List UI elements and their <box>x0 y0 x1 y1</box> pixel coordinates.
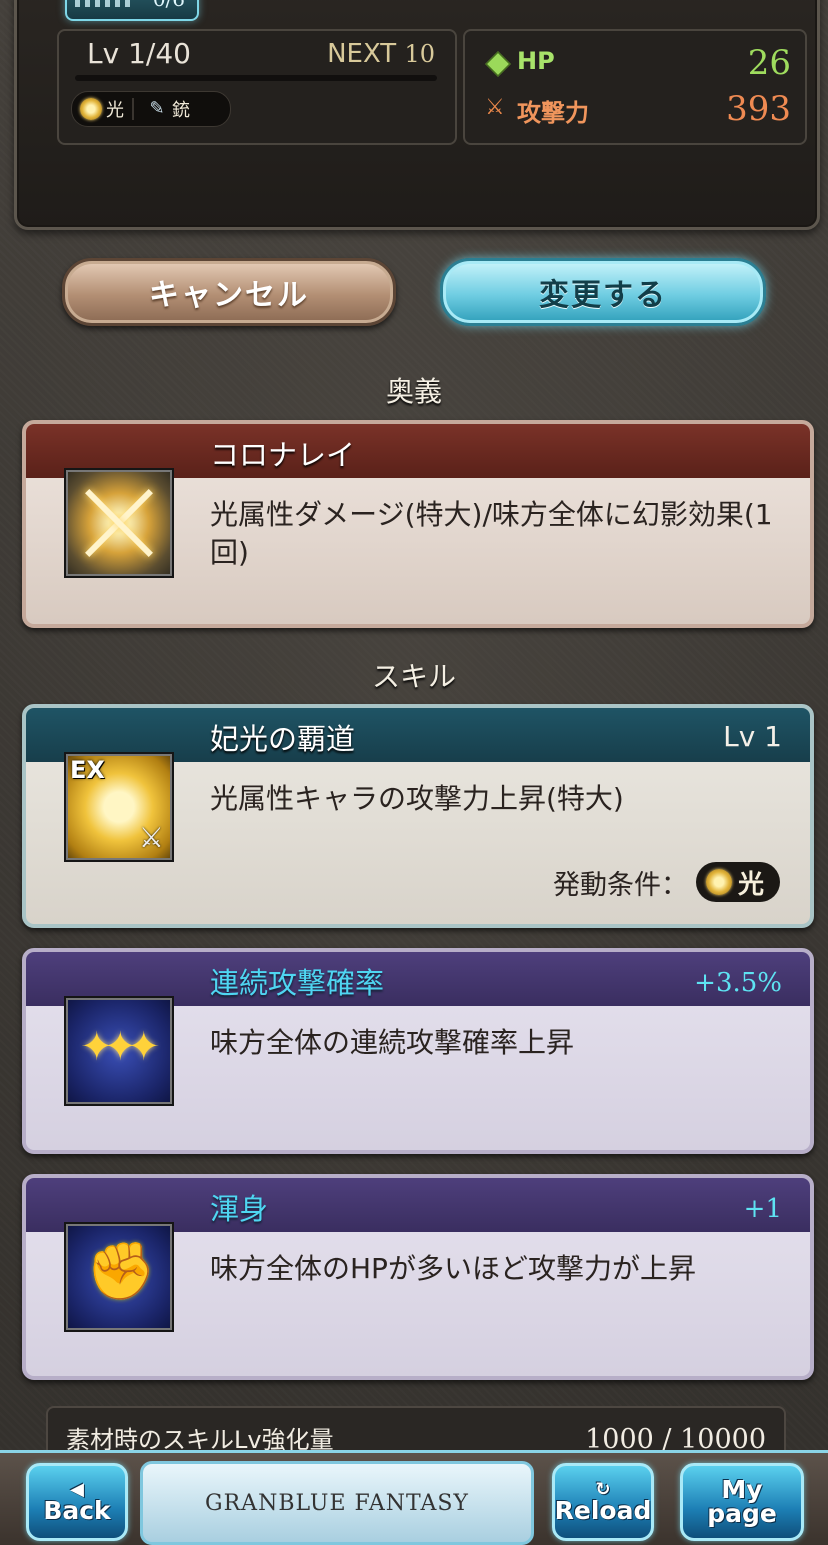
hp-label: HP <box>517 47 555 75</box>
cancel-button[interactable]: キャンセル <box>62 258 396 326</box>
gun-icon: ✎ <box>149 98 165 119</box>
hp-value: 26 <box>747 43 791 83</box>
condition-value: 光 <box>737 869 764 900</box>
skill-card: 渾身 +1 ✊ 味方全体のHPが多いほど攻撃力が上昇 <box>22 1174 814 1380</box>
light-element-icon <box>80 98 102 120</box>
ougi-section-title: 奥義 <box>0 370 828 410</box>
exp-bar <box>75 75 437 81</box>
next-exp: NEXT 10 <box>327 39 435 69</box>
mypage-button[interactable]: My page <box>680 1463 804 1541</box>
ougi-card: コロナレイ 光属性ダメージ(特大)/味方全体に幻影効果(1回) <box>22 420 814 628</box>
attack-label: 攻撃力 <box>517 99 589 127</box>
mypage-label-line2: page <box>707 1499 777 1528</box>
activation-condition: 発動条件： 光 <box>553 862 780 902</box>
uncap-counter: 0/6 <box>153 0 185 11</box>
crossed-swords-icon <box>64 468 174 578</box>
light-element-icon <box>705 869 732 895</box>
skill-name: 妃光の覇道 <box>210 722 356 756</box>
back-button[interactable]: ◀ Back <box>26 1463 128 1541</box>
weapon-type-label: 銃 <box>172 100 190 121</box>
skill-description: 味方全体の連続攻撃確率上昇 <box>210 1026 575 1059</box>
ex-skill-icon: EX ⚔ <box>64 752 174 862</box>
uncap-bars-icon <box>75 0 135 7</box>
level-text: Lv 1/40 <box>87 37 191 70</box>
hp-icon <box>485 51 511 77</box>
bottom-nav-bar: ◀ Back GRANBLUE FANTASY ↻ Reload My page <box>0 1450 828 1545</box>
divider <box>132 98 134 120</box>
skill-bonus: +3.5% <box>694 968 782 998</box>
uncap-counter-badge: 0/6 <box>65 0 199 21</box>
granblue-logo: GRANBLUE FANTASY <box>140 1461 534 1545</box>
multi-attack-icon: ✦✦✦ <box>64 996 174 1106</box>
ougi-name: コロナレイ <box>210 438 356 472</box>
skill-name: 連続攻撃確率 <box>210 966 385 1000</box>
skill-bonus: +1 <box>743 1194 782 1224</box>
skill-description: 味方全体のHPが多いほど攻撃力が上昇 <box>210 1252 696 1285</box>
back-label: Back <box>43 1496 111 1525</box>
weapon-stats-frame: 0/6 Lv 1/40 NEXT 10 光 ✎ 銃 HP 26 ⚔ 攻撃力 39… <box>14 0 820 230</box>
skill-name: 渾身 <box>210 1192 269 1226</box>
change-button-label: 変更する <box>539 278 667 313</box>
skill-card: 妃光の覇道 Lv 1 EX ⚔ 光属性キャラの攻撃力上昇(特大) 発動条件： 光 <box>22 704 814 928</box>
flexed-arm-icon: ✊ <box>64 1222 174 1332</box>
reload-button[interactable]: ↻ Reload <box>552 1463 654 1541</box>
change-button[interactable]: 変更する <box>440 258 766 326</box>
attribute-pill: 光 ✎ 銃 <box>71 91 231 127</box>
element-label: 光 <box>106 100 124 121</box>
ougi-description: 光属性ダメージ(特大)/味方全体に幻影効果(1回) <box>210 498 773 569</box>
reload-label: Reload <box>554 1496 652 1525</box>
attack-value: 393 <box>726 89 791 129</box>
stat-panel: HP 26 ⚔ 攻撃力 393 <box>463 29 807 145</box>
attack-row: ⚔ 攻撃力 393 <box>481 89 791 129</box>
next-value: 10 <box>404 40 435 68</box>
condition-pill: 光 <box>695 862 780 902</box>
skill-card: 連続攻撃確率 +3.5% ✦✦✦ 味方全体の連続攻撃確率上昇 <box>22 948 814 1154</box>
skill-description: 光属性キャラの攻撃力上昇(特大) <box>210 782 624 815</box>
logo-text: GRANBLUE FANTASY <box>205 1490 469 1516</box>
skill-section-title: スキル <box>0 655 828 695</box>
skill-level: Lv 1 <box>723 720 782 753</box>
next-label: NEXT <box>327 39 397 69</box>
sword-icon: ⚔ <box>485 95 505 120</box>
level-panel: Lv 1/40 NEXT 10 光 ✎ 銃 <box>57 29 457 145</box>
condition-label: 発動条件： <box>552 869 688 901</box>
hp-row: HP 26 <box>481 43 791 83</box>
